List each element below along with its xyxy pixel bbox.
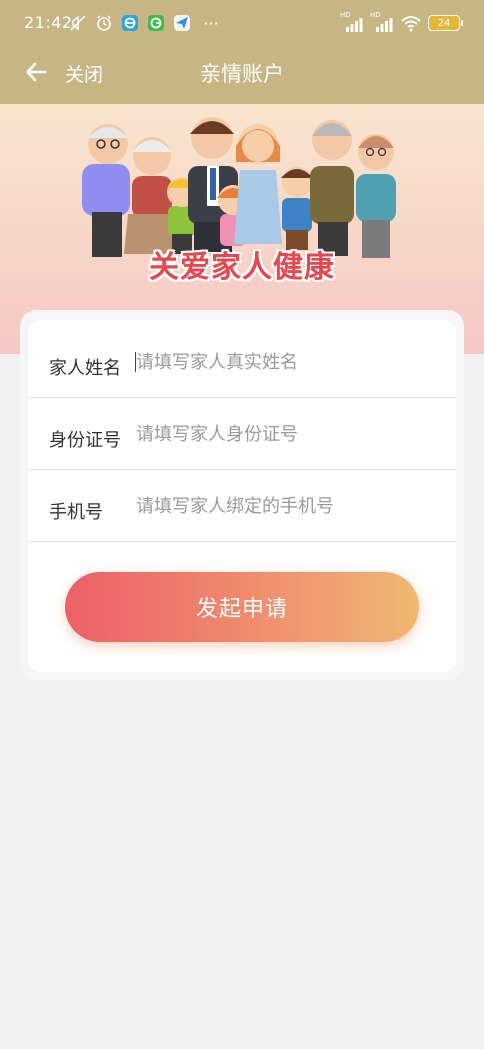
boy2-figure <box>281 167 313 250</box>
name-input[interactable] <box>136 346 436 378</box>
banner-slogan: 关爱家人健康 <box>149 250 335 285</box>
app-e-icon <box>120 13 140 33</box>
phone-input[interactable] <box>136 490 436 522</box>
grandma2-figure <box>356 134 396 258</box>
battery-icon: 24 <box>428 15 463 31</box>
name-row: 家人姓名 <box>28 326 456 398</box>
app-send-icon <box>172 13 192 33</box>
phone-label: 手机号 <box>49 502 103 523</box>
status-right-icons: HD HD 24 <box>340 11 463 34</box>
text-caret <box>135 352 136 372</box>
mother-figure <box>234 124 282 244</box>
hd-signal-icon: HD <box>340 11 364 33</box>
grandpa-figure <box>82 124 130 257</box>
id-row: 身份证号 <box>28 398 456 470</box>
alarm-icon <box>94 13 114 33</box>
app-g-icon <box>146 13 166 33</box>
status-time: 21:42 <box>24 13 73 32</box>
submit-application-button[interactable]: 发起申请 <box>65 572 419 642</box>
name-label: 家人姓名 <box>49 358 121 379</box>
mute-icon <box>68 13 88 33</box>
status-left-icons: ··· <box>68 12 224 34</box>
navigation-bar: 关闭 亲情账户 <box>0 44 484 104</box>
hd-signal-icon: HD <box>370 11 394 33</box>
status-bar: 21:42 ··· HD HD 24 <box>0 0 484 44</box>
phone-row: 手机号 <box>28 470 456 542</box>
wifi-icon <box>400 14 422 32</box>
more-dots-icon: ··· <box>203 13 219 33</box>
id-number-input[interactable] <box>136 418 436 450</box>
grandpa2-figure <box>310 120 354 256</box>
battery-level: 24 <box>437 17 451 29</box>
id-label: 身份证号 <box>49 430 121 451</box>
page-title: 亲情账户 <box>200 62 284 86</box>
